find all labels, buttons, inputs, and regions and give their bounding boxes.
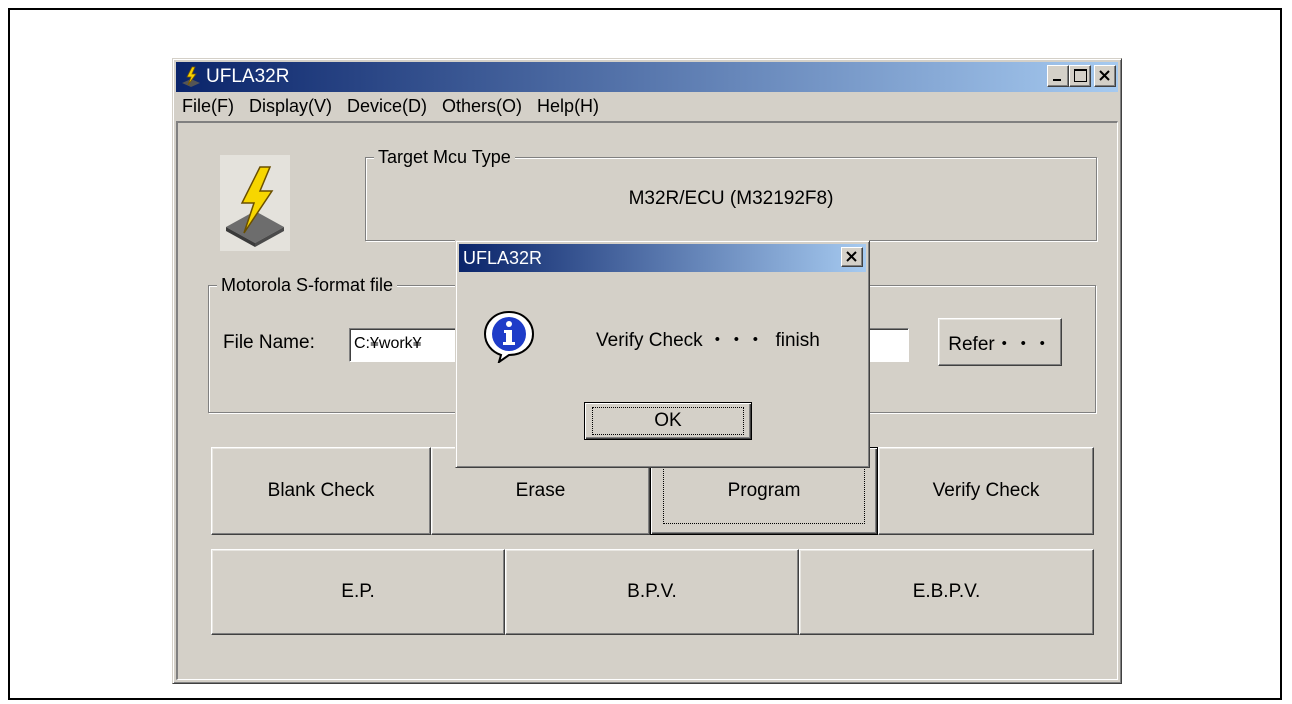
- ok-button-label: OK: [592, 407, 744, 435]
- title-bar[interactable]: UFLA32R: [176, 62, 1118, 92]
- maximize-button[interactable]: [1069, 65, 1091, 87]
- close-icon: [1099, 70, 1110, 81]
- ep-button[interactable]: E.P.: [211, 549, 505, 635]
- maximize-icon: [1074, 69, 1087, 82]
- app-logo: [220, 155, 290, 251]
- dialog-message: Verify Check ・・・ finish: [596, 330, 820, 351]
- dialog-title: UFLA32R: [463, 248, 543, 268]
- dialog-close-button[interactable]: [841, 247, 863, 267]
- window-title: UFLA32R: [206, 66, 290, 87]
- file-name-label: File Name:: [223, 332, 315, 353]
- blank-check-button[interactable]: Blank Check: [211, 447, 431, 535]
- target-mcu-group: Target Mcu Type M32R/ECU (M32192F8): [365, 146, 1097, 241]
- target-mcu-legend: Target Mcu Type: [374, 146, 515, 168]
- menu-bar: File(F) Display(V) Device(D) Others(O) H…: [176, 93, 1118, 119]
- minimize-icon: [1053, 79, 1061, 81]
- minimize-button[interactable]: [1047, 65, 1069, 87]
- close-button[interactable]: [1094, 65, 1116, 87]
- lightning-chip-icon: [182, 66, 200, 87]
- bpv-button[interactable]: B.P.V.: [505, 549, 799, 635]
- menu-display[interactable]: Display(V): [243, 93, 341, 119]
- info-icon: [483, 310, 535, 363]
- target-mcu-value: M32R/ECU (M32192F8): [628, 188, 834, 209]
- ebpv-button[interactable]: E.B.P.V.: [799, 549, 1094, 635]
- verify-check-button[interactable]: Verify Check: [878, 447, 1094, 535]
- lightning-chip-icon: [226, 166, 284, 247]
- dialog-title-bar[interactable]: UFLA32R: [459, 244, 866, 272]
- refer-button[interactable]: Refer・・・: [938, 318, 1062, 366]
- sformat-file-legend: Motorola S-format file: [217, 274, 398, 296]
- menu-file[interactable]: File(F): [176, 93, 243, 119]
- menu-others[interactable]: Others(O): [436, 93, 531, 119]
- menu-device[interactable]: Device(D): [341, 93, 436, 119]
- message-dialog: UFLA32R Verify Check ・・・ finish OK: [455, 240, 870, 468]
- menu-help[interactable]: Help(H): [531, 93, 608, 119]
- ok-button[interactable]: OK: [584, 402, 752, 440]
- close-icon: [846, 251, 857, 262]
